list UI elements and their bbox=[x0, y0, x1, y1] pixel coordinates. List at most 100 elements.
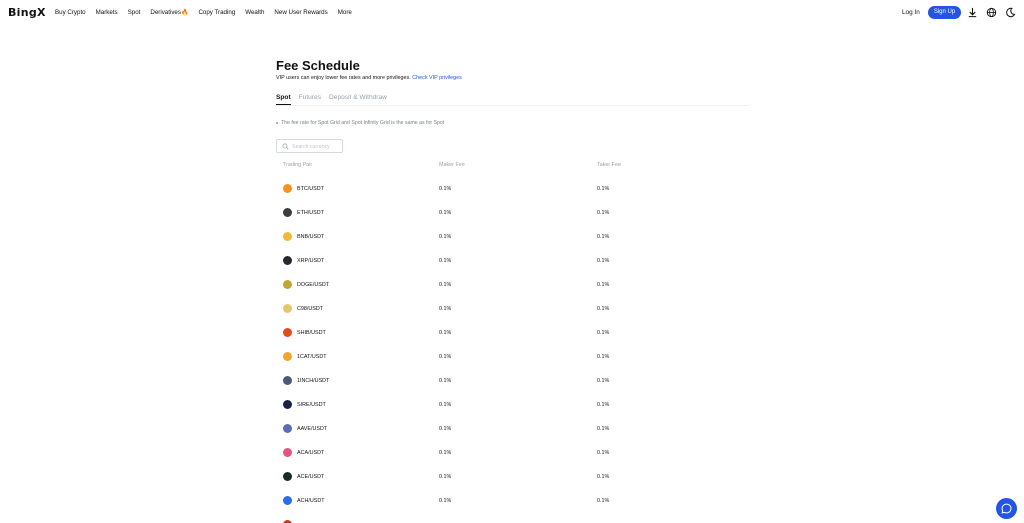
table-row: DOGE/USDT 0.1% 0.1% bbox=[276, 273, 749, 297]
table-row: ETH/USDT 0.1% 0.1% bbox=[276, 201, 749, 225]
maker-fee: 0.1% bbox=[439, 210, 452, 216]
c98-icon bbox=[283, 304, 292, 313]
subtitle-text: VIP users can enjoy lower fee rates and … bbox=[276, 75, 411, 81]
trading-pair: AAVE/USDT bbox=[297, 426, 328, 432]
taker-fee: 0.1% bbox=[597, 186, 610, 192]
1cat-icon bbox=[283, 352, 292, 361]
main-nav: Buy Crypto Markets Spot Derivatives🔥 Cop… bbox=[55, 9, 362, 16]
taker-fee: 0.1% bbox=[597, 258, 610, 264]
maker-fee: 0.1% bbox=[439, 450, 452, 456]
maker-fee: 0.1% bbox=[439, 498, 452, 504]
login-link[interactable]: Log In bbox=[902, 9, 920, 16]
maker-fee: 0.1% bbox=[439, 186, 452, 192]
maker-fee: 0.1% bbox=[439, 426, 452, 432]
nav-derivatives[interactable]: Derivatives🔥 bbox=[150, 9, 188, 16]
column-header-trading-pair: Trading Pair bbox=[283, 162, 313, 168]
dark-mode-icon[interactable] bbox=[1005, 7, 1016, 18]
taker-fee: 0.1% bbox=[597, 210, 610, 216]
currency-search bbox=[276, 139, 343, 153]
nav-derivatives-label: Derivatives bbox=[150, 9, 181, 16]
trading-pair: SIRE/USDT bbox=[297, 402, 326, 408]
trading-pair: ETH/USDT bbox=[297, 210, 324, 216]
maker-fee: 0.1% bbox=[439, 354, 452, 360]
taker-fee: 0.1% bbox=[597, 474, 610, 480]
btc-icon bbox=[283, 184, 292, 193]
nav-more[interactable]: More bbox=[338, 9, 352, 16]
table-row: C98/USDT 0.1% 0.1% bbox=[276, 297, 749, 321]
nav-new-user-rewards[interactable]: New User Rewards bbox=[274, 9, 327, 16]
table-row: ACH/USDT 0.1% 0.1% bbox=[276, 489, 749, 513]
taker-fee: 0.1% bbox=[597, 402, 610, 408]
bnb-icon bbox=[283, 232, 292, 241]
trading-pair: C98/USDT bbox=[297, 306, 324, 312]
maker-fee: 0.1% bbox=[439, 330, 452, 336]
ach-icon bbox=[283, 496, 292, 505]
trading-pair: SHIB/USDT bbox=[297, 330, 326, 336]
table-row: SIRE/USDT 0.1% 0.1% bbox=[276, 393, 749, 417]
eth-icon bbox=[283, 208, 292, 217]
download-icon[interactable] bbox=[967, 7, 978, 18]
search-icon bbox=[282, 143, 289, 150]
tab-spot[interactable]: Spot bbox=[276, 94, 291, 105]
doge-icon bbox=[283, 280, 292, 289]
maker-fee: 0.1% bbox=[439, 474, 452, 480]
nav-spot[interactable]: Spot bbox=[128, 9, 141, 16]
trading-pair: DOGE/USDT bbox=[297, 282, 330, 288]
taker-fee: 0.1% bbox=[597, 426, 610, 432]
taker-fee: 0.1% bbox=[597, 378, 610, 384]
sire-icon bbox=[283, 400, 292, 409]
nav-markets[interactable]: Markets bbox=[96, 9, 118, 16]
taker-fee: 0.1% bbox=[597, 234, 610, 240]
maker-fee: 0.1% bbox=[439, 258, 452, 264]
table-row: SHIB/USDT 0.1% 0.1% bbox=[276, 321, 749, 345]
top-navbar: BingX Buy Crypto Markets Spot Derivative… bbox=[0, 0, 1024, 26]
taker-fee: 0.1% bbox=[597, 498, 610, 504]
vip-privileges-link[interactable]: Check VIP privileges bbox=[412, 75, 462, 81]
trading-pair: ACA/USDT bbox=[297, 450, 325, 456]
xrp-icon bbox=[283, 256, 292, 265]
taker-fee: 0.1% bbox=[597, 282, 610, 288]
grid-fee-note: The fee rate for Spot Grid and Spot Infi… bbox=[276, 120, 444, 126]
nav-buy-crypto[interactable]: Buy Crypto bbox=[55, 9, 86, 16]
table-row: AAVE/USDT 0.1% 0.1% bbox=[276, 417, 749, 441]
trading-pair: ACH/USDT bbox=[297, 498, 325, 504]
trading-pair: BNB/USDT bbox=[297, 234, 325, 240]
trading-pair: XRP/USDT bbox=[297, 258, 325, 264]
bingx-logo[interactable]: BingX bbox=[8, 6, 46, 19]
page-subtitle: VIP users can enjoy lower fee rates and … bbox=[276, 75, 462, 81]
fee-tabs: Spot Futures Deposit & Withdraw bbox=[276, 94, 395, 105]
search-input[interactable] bbox=[292, 142, 340, 151]
column-header-taker-fee: Taker Fee bbox=[597, 162, 621, 168]
note-text: The fee rate for Spot Grid and Spot Infi… bbox=[281, 120, 445, 126]
page-title: Fee Schedule bbox=[276, 58, 360, 73]
aca-icon bbox=[283, 448, 292, 457]
trading-pair: ACE/USDT bbox=[297, 474, 325, 480]
nav-wealth[interactable]: Wealth bbox=[245, 9, 264, 16]
taker-fee: 0.1% bbox=[597, 354, 610, 360]
trading-pair: 1CAT/USDT bbox=[297, 354, 327, 360]
taker-fee: 0.1% bbox=[597, 450, 610, 456]
maker-fee: 0.1% bbox=[439, 306, 452, 312]
table-row: BNB/USDT 0.1% 0.1% bbox=[276, 225, 749, 249]
maker-fee: 0.1% bbox=[439, 378, 452, 384]
1inch-icon bbox=[283, 376, 292, 385]
tab-deposit-withdraw[interactable]: Deposit & Withdraw bbox=[329, 94, 387, 105]
tab-futures[interactable]: Futures bbox=[299, 94, 321, 105]
globe-icon[interactable] bbox=[986, 7, 997, 18]
nav-copy-trading[interactable]: Copy Trading bbox=[198, 9, 235, 16]
support-chat-button[interactable] bbox=[996, 498, 1017, 519]
chat-icon bbox=[1001, 503, 1012, 514]
trading-pair: 1INCH/USDT bbox=[297, 378, 330, 384]
signup-button[interactable]: Sign Up bbox=[928, 6, 961, 19]
column-header-maker-fee: Maker Fee bbox=[439, 162, 465, 168]
trading-pair: BTC/USDT bbox=[297, 186, 324, 192]
table-row: XRP/USDT 0.1% 0.1% bbox=[276, 249, 749, 273]
fire-icon: 🔥 bbox=[180, 10, 189, 16]
table-row: 1INCH/USDT 0.1% 0.1% bbox=[276, 369, 749, 393]
table-row: 1CAT/USDT 0.1% 0.1% bbox=[276, 345, 749, 369]
table-row: ACE/USDT 0.1% 0.1% bbox=[276, 465, 749, 489]
tabs-divider bbox=[276, 105, 749, 106]
shib-icon bbox=[283, 328, 292, 337]
maker-fee: 0.1% bbox=[439, 402, 452, 408]
ace-icon bbox=[283, 472, 292, 481]
